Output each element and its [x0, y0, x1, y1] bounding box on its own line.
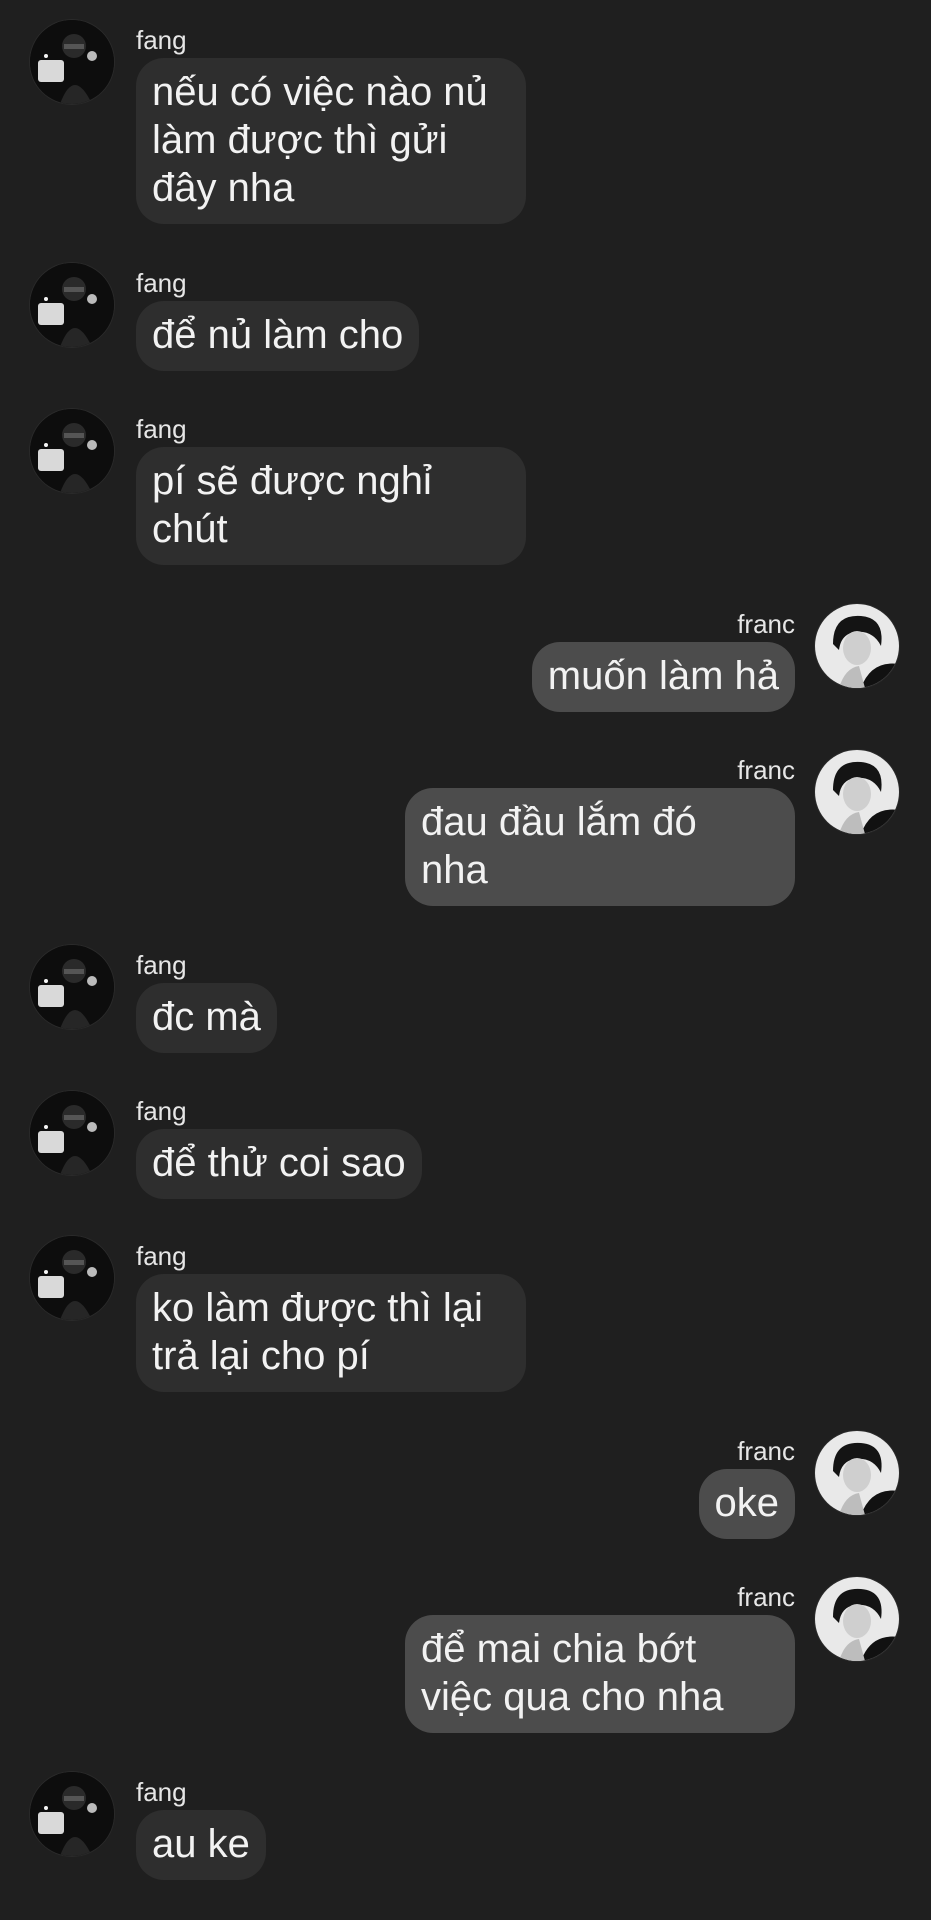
message-bubble[interactable]: ko làm được thì lại trả lại cho pí [136, 1274, 526, 1392]
message-text: au ke [152, 1822, 250, 1866]
message-text: làm được thì gửi [152, 118, 448, 162]
message-text: để mai chia bớt [421, 1627, 697, 1671]
message-bubble[interactable]: đau đầu lắm đó nha [405, 788, 795, 906]
sender-name: franc [737, 609, 795, 639]
sender-name: fang [136, 1777, 187, 1807]
message-bubble[interactable]: nếu có việc nào nủ làm được thì gửi đây … [136, 58, 526, 224]
avatar[interactable] [30, 1772, 114, 1856]
message-bubble[interactable]: au ke [136, 1810, 266, 1880]
message-text: muốn làm hả [547, 654, 779, 698]
sender-name: fang [136, 25, 187, 55]
message-bubble[interactable]: pí sẽ được nghỉ chút [136, 447, 526, 565]
message-text: để thử coi sao [152, 1141, 406, 1185]
message-bubble[interactable]: muốn làm hả [531, 642, 795, 712]
message-bubble[interactable]: oke [698, 1469, 795, 1539]
avatar[interactable] [815, 1431, 899, 1515]
avatar[interactable] [30, 945, 114, 1029]
avatar[interactable] [30, 1091, 114, 1175]
message-bubble[interactable]: để mai chia bớt việc qua cho nha [405, 1615, 795, 1733]
sender-name: franc [737, 755, 795, 785]
message-text: nếu có việc nào nủ [152, 70, 488, 114]
message-text: trả lại cho pí [152, 1334, 370, 1378]
sender-name: fang [136, 1096, 187, 1126]
message-text: ko làm được thì lại [152, 1286, 483, 1330]
message-text: để nủ làm cho [152, 313, 404, 357]
avatar[interactable] [30, 409, 114, 493]
message-text: pí sẽ được nghỉ [152, 459, 432, 503]
sender-name: fang [136, 414, 187, 444]
sender-name: franc [737, 1582, 795, 1612]
message-text: việc qua cho nha [421, 1675, 724, 1719]
avatar[interactable] [30, 20, 114, 104]
message-text: đây nha [152, 166, 295, 210]
avatar[interactable] [30, 263, 114, 347]
sender-name: fang [136, 950, 187, 980]
message-text: đau đầu lắm đó [421, 800, 697, 844]
message-text: chút [152, 507, 228, 551]
message-bubble[interactable]: đc mà [136, 983, 277, 1053]
message-text: nha [421, 848, 488, 892]
message-bubble[interactable]: để nủ làm cho [136, 301, 420, 371]
avatar[interactable] [30, 1236, 114, 1320]
avatar[interactable] [815, 604, 899, 688]
message-text: đc mà [152, 995, 261, 1039]
sender-name: franc [737, 1436, 795, 1466]
avatar[interactable] [815, 1577, 899, 1661]
sender-name: fang [136, 268, 187, 298]
message-text: oke [714, 1481, 780, 1525]
message-bubble[interactable]: để thử coi sao [136, 1129, 422, 1199]
avatar[interactable] [815, 750, 899, 834]
sender-name: fang [136, 1241, 187, 1271]
